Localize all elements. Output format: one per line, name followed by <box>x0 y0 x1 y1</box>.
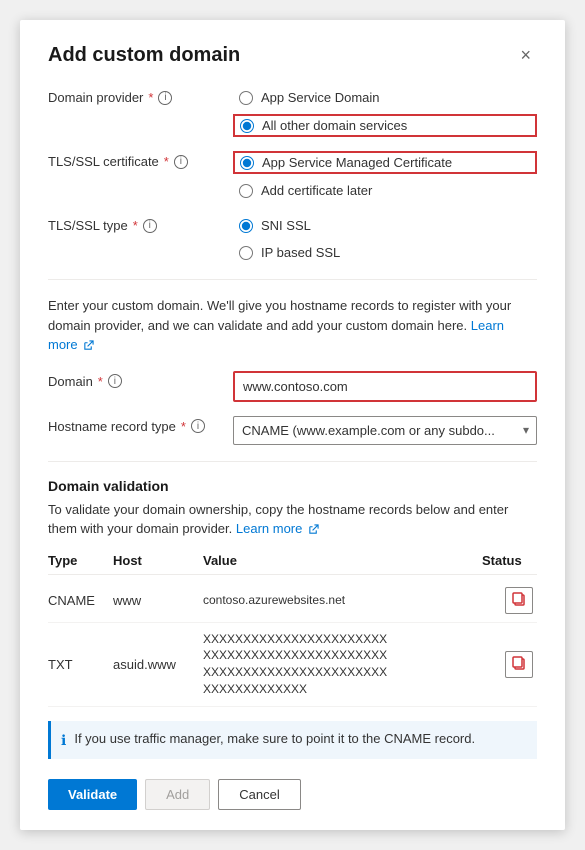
info-notice: ℹ If you use traffic manager, make sure … <box>48 721 537 759</box>
row2-copy-button[interactable] <box>505 651 533 678</box>
radio-app-service-managed[interactable]: App Service Managed Certificate <box>233 151 537 174</box>
hostname-record-type-row: Hostname record type * i CNAME (www.exam… <box>48 416 537 445</box>
radio-app-service-domain-input[interactable] <box>239 91 253 105</box>
divider-2 <box>48 461 537 462</box>
copy-icon-1 <box>511 591 527 607</box>
hostname-record-type-info-icon[interactable]: i <box>191 419 205 433</box>
radio-ip-based-ssl[interactable]: IP based SSL <box>233 242 537 263</box>
domain-provider-label: Domain provider * i <box>48 87 233 105</box>
tls-cert-controls: App Service Managed Certificate Add cert… <box>233 151 537 201</box>
domain-field-row: Domain * i <box>48 371 537 402</box>
radio-app-service-domain[interactable]: App Service Domain <box>233 87 537 108</box>
col-value-header: Value <box>203 553 482 568</box>
close-button[interactable]: × <box>514 44 537 66</box>
copy-icon-2 <box>511 655 527 671</box>
radio-add-cert-later[interactable]: Add certificate later <box>233 180 537 201</box>
tls-cert-label: TLS/SSL certificate * i <box>48 151 233 169</box>
validation-table: Type Host Value Status CNAME www contoso… <box>48 553 537 707</box>
radio-ip-based-ssl-input[interactable] <box>239 246 253 260</box>
domain-input[interactable] <box>233 371 537 402</box>
tls-type-row: TLS/SSL type * i SNI SSL IP based SSL <box>48 215 537 263</box>
dialog-title: Add custom domain <box>48 44 240 67</box>
row1-value: contoso.azurewebsites.net <box>203 592 482 609</box>
hostname-record-type-controls: CNAME (www.example.com or any subdo... A… <box>233 416 537 445</box>
radio-add-cert-later-input[interactable] <box>239 184 253 198</box>
domain-provider-row: Domain provider * i App Service Domain A… <box>48 87 537 137</box>
radio-app-service-managed-input[interactable] <box>240 156 254 170</box>
row2-host: asuid.www <box>113 657 203 672</box>
external-link-icon-2 <box>308 524 319 535</box>
cancel-button[interactable]: Cancel <box>218 779 300 810</box>
info-notice-icon: ℹ <box>61 730 66 751</box>
radio-sni-ssl[interactable]: SNI SSL <box>233 215 537 236</box>
hostname-record-type-label: Hostname record type * i <box>48 416 233 434</box>
tls-type-label: TLS/SSL type * i <box>48 215 233 233</box>
dialog-header: Add custom domain × <box>48 44 537 67</box>
domain-field-controls <box>233 371 537 402</box>
domain-field-label: Domain * i <box>48 371 233 389</box>
description-text: Enter your custom domain. We'll give you… <box>48 296 537 355</box>
hostname-record-type-select-wrapper: CNAME (www.example.com or any subdo... A… <box>233 416 537 445</box>
row1-copy-button[interactable] <box>505 587 533 614</box>
row1-type: CNAME <box>48 593 113 608</box>
tls-cert-row: TLS/SSL certificate * i App Service Mana… <box>48 151 537 201</box>
tls-type-info-icon[interactable]: i <box>143 219 157 233</box>
tls-type-controls: SNI SSL IP based SSL <box>233 215 537 263</box>
divider-1 <box>48 279 537 280</box>
row2-type: TXT <box>48 657 113 672</box>
hostname-record-type-select[interactable]: CNAME (www.example.com or any subdo... A… <box>233 416 537 445</box>
radio-all-other-domain-services-input[interactable] <box>240 119 254 133</box>
validate-button[interactable]: Validate <box>48 779 137 810</box>
footer-buttons: Validate Add Cancel <box>48 775 537 810</box>
table-header: Type Host Value Status <box>48 553 537 575</box>
domain-validation-desc: To validate your domain ownership, copy … <box>48 500 537 539</box>
info-notice-text: If you use traffic manager, make sure to… <box>74 729 475 749</box>
row1-host: www <box>113 593 203 608</box>
domain-validation-title: Domain validation <box>48 478 537 494</box>
table-row: CNAME www contoso.azurewebsites.net <box>48 579 537 623</box>
col-status-header: Status <box>482 553 537 568</box>
learn-more-link-validation[interactable]: Learn more <box>236 521 319 536</box>
domain-provider-controls: App Service Domain All other domain serv… <box>233 87 537 137</box>
radio-sni-ssl-input[interactable] <box>239 219 253 233</box>
row2-copy-cell <box>482 651 537 678</box>
radio-all-other-domain-services[interactable]: All other domain services <box>233 114 537 137</box>
external-link-icon <box>83 340 94 351</box>
domain-provider-info-icon[interactable]: i <box>158 91 172 105</box>
add-custom-domain-dialog: Add custom domain × Domain provider * i … <box>20 20 565 830</box>
add-button: Add <box>145 779 210 810</box>
domain-field-info-icon[interactable]: i <box>108 374 122 388</box>
row2-value: XXXXXXXXXXXXXXXXXXXXXXXXXXXXXXXXXXXXXXXX… <box>203 631 482 698</box>
table-row: TXT asuid.www XXXXXXXXXXXXXXXXXXXXXXXXXX… <box>48 623 537 707</box>
row1-copy-cell <box>482 587 537 614</box>
col-type-header: Type <box>48 553 113 568</box>
tls-cert-info-icon[interactable]: i <box>174 155 188 169</box>
col-host-header: Host <box>113 553 203 568</box>
